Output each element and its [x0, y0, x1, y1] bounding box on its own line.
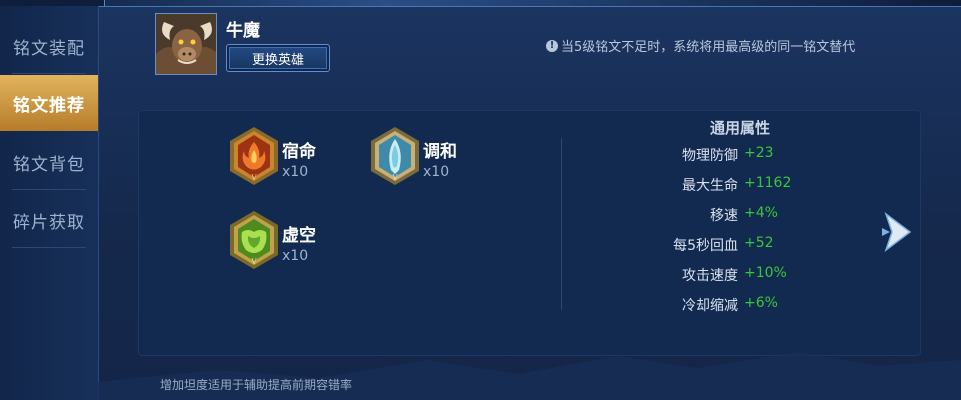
sidebar-item-fragment-obtain[interactable]: 碎片获取: [0, 192, 98, 248]
tip-text: 增加坦度适用于辅助提高前期容错率: [160, 378, 353, 392]
attribute-name: 最大生命: [682, 178, 738, 194]
sidebar-item-label: 铭文装配: [13, 38, 85, 59]
attribute-name: 移速: [710, 208, 738, 224]
notice-label: 当5级铭文不足时，系统将用最高级的同一铭文替代: [561, 40, 856, 55]
sidebar-item-label: 铭文背包: [13, 154, 85, 175]
attribute-value: +4%: [744, 205, 778, 221]
rune-count: x10: [282, 164, 309, 180]
info-icon: !: [546, 39, 558, 52]
blue-rune-icon: V: [371, 127, 419, 185]
svg-text:V: V: [250, 174, 257, 182]
sidebar-item-rune-bag[interactable]: 铭文背包: [0, 134, 98, 190]
hero-avatar[interactable]: [155, 13, 217, 75]
notice-text: ! 当5级铭文不足时，系统将用最高级的同一铭文替代: [546, 36, 855, 55]
rune-count: x10: [423, 164, 450, 180]
top-frame-bar: [0, 0, 961, 7]
chevron-right-icon[interactable]: [880, 208, 916, 256]
attribute-name: 每5秒回血: [673, 238, 738, 254]
attribute-name: 攻击速度: [682, 268, 738, 284]
attribute-row: 每5秒回血 +52: [600, 235, 860, 257]
panel-divider: [561, 138, 562, 310]
green-rune-icon: V: [230, 211, 278, 269]
attribute-value: +6%: [744, 295, 778, 311]
attribute-row: 攻击速度 +10%: [600, 265, 860, 287]
rune-name: 调和: [423, 142, 457, 162]
attribute-row: 冷却缩减 +6%: [600, 295, 860, 317]
svg-text:V: V: [391, 174, 398, 182]
rune-name: 宿命: [282, 142, 316, 162]
sidebar: 铭文装配 铭文推荐 铭文背包 碎片获取: [0, 6, 99, 400]
attributes-title: 通用属性: [709, 119, 770, 137]
sidebar-item-label: 碎片获取: [13, 212, 85, 233]
svg-text:V: V: [250, 258, 257, 266]
sidebar-item-rune-recommend[interactable]: 铭文推荐: [0, 75, 98, 131]
attribute-value: +10%: [744, 265, 787, 281]
attribute-row: 移速 +4%: [600, 205, 860, 227]
attribute-value: +52: [744, 235, 774, 251]
attribute-value: +1162: [744, 175, 792, 191]
red-rune-icon: V: [230, 127, 278, 185]
attribute-value: +23: [744, 145, 774, 161]
hero-name: 牛魔: [226, 21, 260, 41]
rune-name: 虚空: [282, 226, 316, 246]
sidebar-item-label: 铭文推荐: [13, 95, 85, 116]
attribute-row: 最大生命 +1162: [600, 175, 860, 197]
sidebar-item-rune-assembly[interactable]: 铭文装配: [0, 18, 98, 74]
attribute-row: 物理防御 +23: [600, 145, 860, 167]
attribute-name: 冷却缩减: [682, 298, 738, 314]
attribute-name: 物理防御: [682, 148, 738, 164]
change-hero-button[interactable]: 更换英雄: [226, 44, 330, 72]
rune-count: x10: [282, 248, 309, 264]
